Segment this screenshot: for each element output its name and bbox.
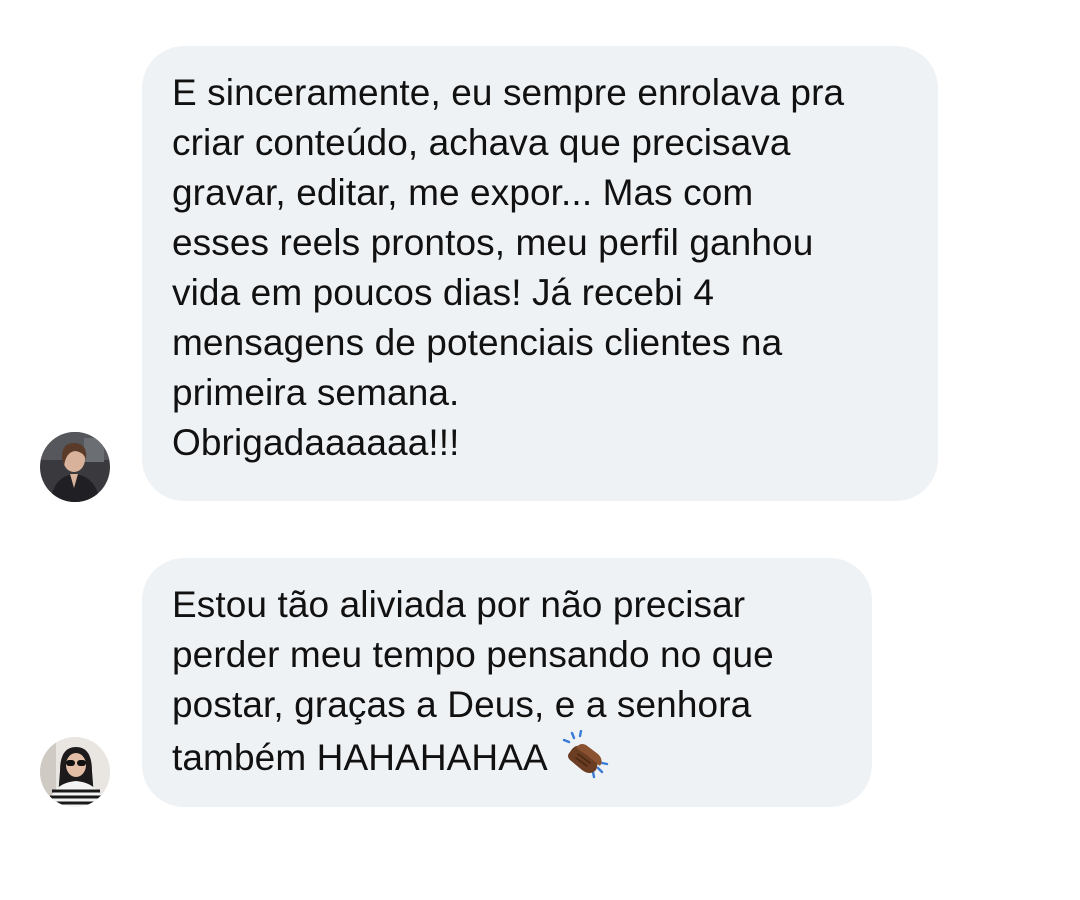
message-text-line: E sinceramente, eu sempre enrolava pra [172, 72, 845, 113]
sender-avatar[interactable] [40, 432, 110, 502]
message-text-line: Obrigadaaaaaa!!! [172, 422, 460, 463]
message-text-line: perder meu tempo pensando no que [172, 634, 774, 675]
message-bubble[interactable]: Estou tão aliviada por não precisar perd… [142, 558, 872, 807]
sender-avatar[interactable] [40, 737, 110, 807]
message-text-line: postar, graças a Deus, e a senhora [172, 684, 752, 725]
message-text-line: primeira semana. [172, 372, 460, 413]
message-text-line: esses reels prontos, meu perfil ganhou [172, 222, 814, 263]
message-bubble[interactable]: E sinceramente, eu sempre enrolava pra c… [142, 46, 938, 501]
message-text-line: gravar, editar, me expor... Mas com [172, 172, 754, 213]
avatar-photo-2 [40, 737, 110, 807]
message-text-line: criar conteúdo, achava que precisava [172, 122, 791, 163]
message-text-line: mensagens de potenciais clientes na [172, 322, 783, 363]
message-text-line: também HAHAHAHAA [172, 730, 842, 783]
message-text-line: Estou tão aliviada por não precisar [172, 584, 746, 625]
clapping-hands-icon [560, 730, 610, 780]
message-text-line: vida em poucos dias! Já recebi 4 [172, 272, 715, 313]
chat-screen: E sinceramente, eu sempre enrolava pra c… [0, 0, 1080, 900]
avatar-photo-1 [40, 432, 110, 502]
message-text-segment: também HAHAHAHAA [172, 737, 548, 778]
